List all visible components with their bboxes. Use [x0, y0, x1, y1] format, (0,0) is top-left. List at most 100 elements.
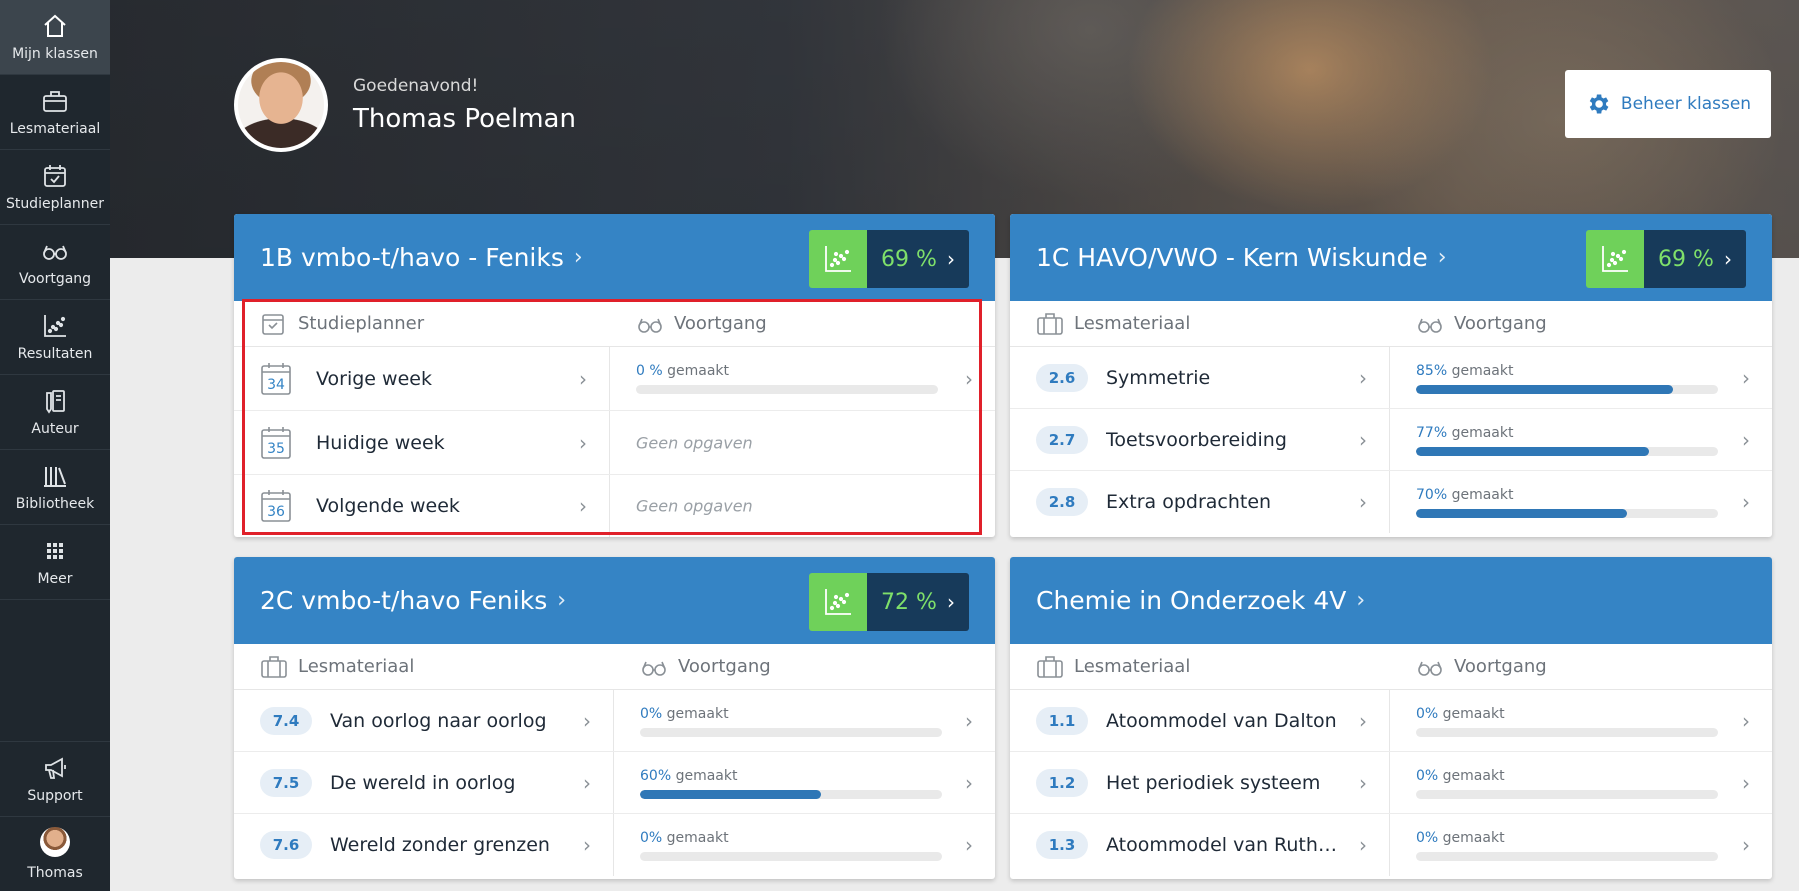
column-header-label: Lesmateriaal [1074, 313, 1191, 334]
progress-percent: 85% [1416, 363, 1448, 379]
glasses-icon [638, 318, 662, 333]
glasses-icon [43, 245, 67, 260]
score-button[interactable]: 69 % › [809, 230, 969, 288]
score-button[interactable]: 69 % › [1586, 230, 1746, 288]
chevron-right-icon: › [946, 247, 955, 271]
column-header-right: Voortgang [1390, 301, 1547, 346]
progress-cell[interactable]: 70% gemaakt › [1390, 471, 1772, 533]
card-title[interactable]: Chemie in Onderzoek 4V › [1036, 557, 1365, 644]
row-title: Toetsvoorbereiding [1106, 428, 1287, 451]
card-title[interactable]: 2C vmbo-t/havo Feniks › [260, 557, 566, 644]
progress-cell: Geen opgaven [610, 411, 995, 474]
progress-cell[interactable]: 0% gemaakt › [614, 690, 995, 751]
row-item[interactable]: 2.6 Symmetrie › [1010, 347, 1390, 408]
progress-label: 0% gemaakt [1416, 706, 1505, 722]
progress-suffix: gemaakt [1451, 363, 1514, 379]
sidebar-item-support[interactable]: Support [0, 741, 110, 816]
progress-cell[interactable]: 0% gemaakt › [1390, 690, 1772, 751]
column-header-left: Lesmateriaal [234, 644, 614, 689]
progress-bar [636, 385, 938, 394]
progress-suffix: gemaakt [1451, 425, 1514, 441]
card-header[interactable]: Chemie in Onderzoek 4V › [1010, 557, 1772, 644]
sidebar-item-mijn-klassen[interactable]: Mijn klassen [0, 0, 110, 75]
sidebar-item-label: Support [27, 788, 83, 804]
score-button[interactable]: 72 % › [809, 573, 969, 631]
class-card-chemie: Chemie in Onderzoek 4V › Lesmateriaal Voo… [1010, 557, 1772, 879]
chevron-right-icon: › [1742, 708, 1750, 733]
row-item[interactable]: 7.6 Wereld zonder grenzen › [234, 814, 614, 876]
progress-cell[interactable]: 0% gemaakt › [1390, 752, 1772, 813]
sidebar-item-auteur[interactable]: Auteur [0, 375, 110, 450]
glasses-icon [642, 661, 666, 676]
row-item[interactable]: 1.3 Atoommodel van Ruthe… › [1010, 814, 1390, 876]
chevron-right-icon: › [1359, 490, 1367, 514]
progress-bar [640, 852, 942, 861]
progress-suffix: gemaakt [1442, 768, 1505, 784]
card-header[interactable]: 2C vmbo-t/havo Feniks › 72 % › [234, 557, 995, 644]
column-header-label: Voortgang [674, 313, 767, 334]
sidebar-item-meer[interactable]: Meer [0, 525, 110, 600]
progress-bar [1416, 447, 1718, 456]
progress-bar [1416, 790, 1718, 799]
row-item[interactable]: 1.1 Atoommodel van Dalton › [1010, 690, 1390, 751]
column-header-label: Voortgang [1454, 313, 1547, 334]
chevron-right-icon: › [946, 590, 955, 614]
progress-suffix: gemaakt [667, 363, 730, 379]
progress-cell[interactable]: 85% gemaakt › [1390, 347, 1772, 408]
scatter-chart-icon [1586, 230, 1644, 288]
sidebar-item-bibliotheek[interactable]: Bibliotheek [0, 450, 110, 525]
sidebar-item-studieplanner[interactable]: Studieplanner [0, 150, 110, 225]
row-item[interactable]: 7.4 Van oorlog naar oorlog › [234, 690, 614, 751]
sidebar-item-profile[interactable]: Thomas [0, 816, 110, 891]
row-item[interactable]: 34 Vorige week › [234, 347, 610, 410]
score-value: 69 % [881, 246, 937, 272]
row-item[interactable]: 2.7 Toetsvoorbereiding › [1010, 409, 1390, 470]
briefcase-icon [1037, 655, 1063, 678]
row-title: De wereld in oorlog [330, 771, 516, 794]
progress-cell[interactable]: 60% gemaakt › [614, 752, 995, 813]
chapter-badge: 1.3 [1036, 831, 1088, 859]
row-item[interactable]: 35 Huidige week › [234, 411, 610, 474]
card-title[interactable]: 1B vmbo-t/havo - Feniks › [260, 214, 583, 301]
card-title[interactable]: 1C HAVO/VWO - Kern Wiskunde › [1036, 214, 1447, 301]
chevron-right-icon: › [1359, 365, 1367, 390]
chapter-badge: 1.1 [1036, 706, 1088, 735]
progress-percent: 70% [1416, 487, 1448, 503]
row-title: Van oorlog naar oorlog [330, 709, 547, 732]
chevron-right-icon: › [557, 588, 567, 613]
table-row: 1.3 Atoommodel van Ruthe… › 0% gemaakt › [1010, 814, 1772, 876]
columns-header: Lesmateriaal Voortgang [234, 644, 995, 690]
manage-classes-button[interactable]: Beheer klassen [1565, 70, 1771, 138]
glasses-icon [1418, 661, 1442, 676]
chevron-right-icon: › [965, 833, 973, 857]
table-row: 1.2 Het periodiek systeem › 0% gemaakt › [1010, 752, 1772, 814]
row-item[interactable]: 1.2 Het periodiek systeem › [1010, 752, 1390, 813]
sidebar-item-lesmateriaal[interactable]: Lesmateriaal [0, 75, 110, 150]
progress-percent: 60% [640, 768, 672, 784]
sidebar-item-label: Voortgang [18, 271, 92, 287]
sidebar-item-label: Resultaten [17, 346, 93, 362]
sidebar-item-voortgang[interactable]: Voortgang [0, 225, 110, 300]
progress-bar [1416, 852, 1718, 861]
row-title: Atoommodel van Ruthe… [1106, 834, 1346, 856]
progress-cell: Geen opgaven [610, 475, 995, 537]
progress-cell[interactable]: 0% gemaakt › [1390, 814, 1772, 876]
card-header[interactable]: 1B vmbo-t/havo - Feniks › 69 % › [234, 214, 995, 301]
progress-cell[interactable]: 77% gemaakt › [1390, 409, 1772, 470]
score-value: 72 % [881, 589, 937, 615]
sidebar-item-label: Bibliotheek [15, 496, 95, 512]
row-item[interactable]: 2.8 Extra opdrachten › [1010, 471, 1390, 533]
progress-cell[interactable]: 0 % gemaakt › [610, 347, 995, 410]
class-card-2c: 2C vmbo-t/havo Feniks › 72 % › Lesmateriaa… [234, 557, 995, 879]
row-item[interactable]: 7.5 De wereld in oorlog › [234, 752, 614, 813]
chapter-badge: 7.5 [260, 768, 312, 797]
progress-label: 70% gemaakt [1416, 487, 1513, 503]
columns-header: Lesmateriaal Voortgang [1010, 644, 1772, 690]
progress-cell[interactable]: 0% gemaakt › [614, 814, 995, 876]
table-row: 7.5 De wereld in oorlog › 60% gemaakt › [234, 752, 995, 814]
progress-label: 0% gemaakt [1416, 768, 1505, 784]
chevron-right-icon: › [965, 770, 973, 795]
card-header[interactable]: 1C HAVO/VWO - Kern Wiskunde › 69 % › [1010, 214, 1772, 301]
row-item[interactable]: 36 Volgende week › [234, 475, 610, 537]
sidebar-item-resultaten[interactable]: Resultaten [0, 300, 110, 375]
